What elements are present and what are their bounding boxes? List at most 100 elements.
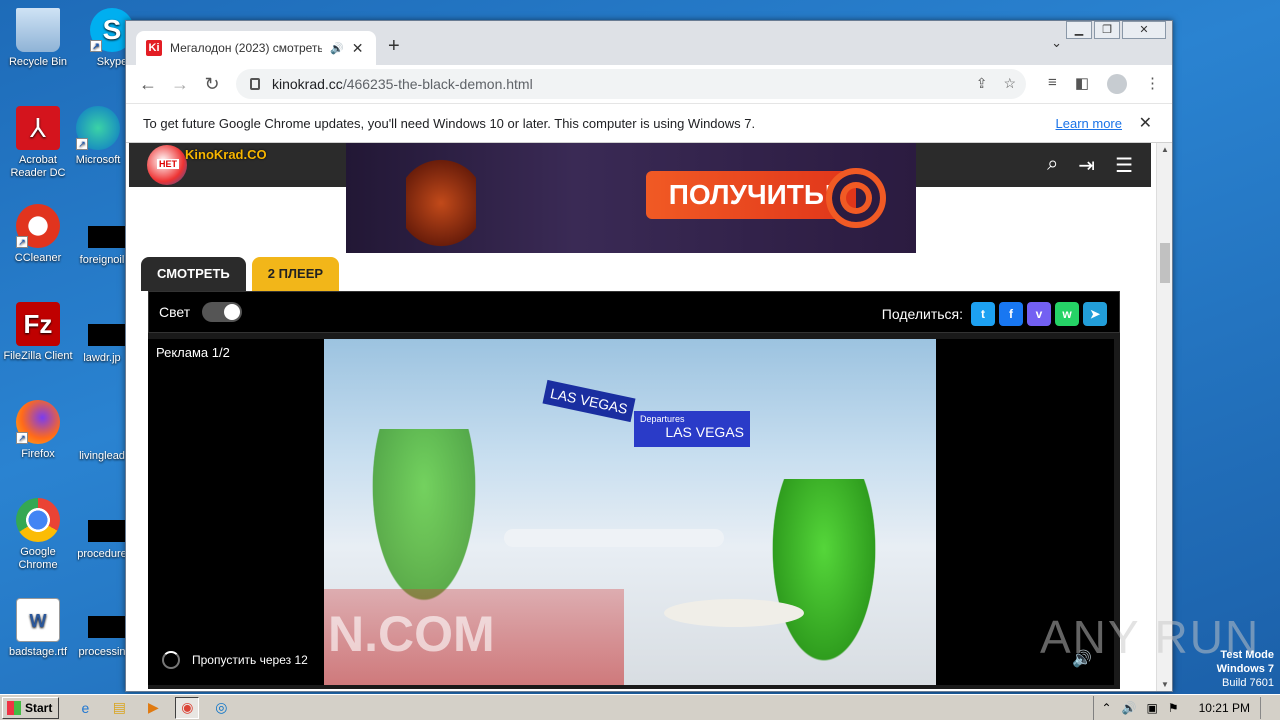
test-mode-line2: Windows 7 [1216, 663, 1274, 675]
light-toggle-label: Свет [159, 304, 191, 320]
ccleaner-icon: ↗ [16, 204, 60, 248]
redacted-icon [88, 520, 128, 542]
speaker-icon[interactable]: 🔊 [330, 42, 344, 55]
side-panel-icon[interactable]: ◧ [1075, 74, 1089, 94]
ad-table [664, 599, 804, 627]
firefox-icon: ↗ [16, 400, 60, 444]
desktop-icon-label: Recycle Bin [8, 56, 68, 68]
ad-video-frame[interactable]: LAS VEGAS Departures LAS VEGAS N.COM [324, 339, 936, 685]
taskbar: Start e ▤ ▶ ◉ ◎ ⌃ 🔊 ▣ ⚑ 10:21 PM [0, 694, 1280, 720]
url-text: kinokrad.cc/466235-the-black-demon.html [272, 76, 533, 92]
scrollbar-thumb[interactable] [1160, 243, 1170, 283]
skip-ad-button[interactable]: Пропустить через 12 [162, 651, 308, 669]
lock-icon[interactable] [250, 78, 260, 90]
skip-text: Пропустить через 12 [192, 653, 308, 667]
scroll-down-icon[interactable]: ▼ [1161, 680, 1169, 689]
target-icon [826, 168, 886, 228]
media-player-icon[interactable]: ▶ [141, 697, 165, 719]
share-bar: Поделиться: t f v w ➤ [882, 302, 1107, 326]
edge-taskbar-icon[interactable]: ◎ [209, 697, 233, 719]
show-desktop-button[interactable] [1260, 697, 1272, 719]
start-button[interactable]: Start [2, 696, 60, 719]
tab-strip: Ki Мегалодон (2023) смотреть о 🔊 ✕ + ⌄ ▁… [126, 21, 1172, 65]
window-close-button[interactable]: ✕ [1122, 21, 1166, 39]
maximize-button[interactable]: ❐ [1094, 21, 1120, 39]
new-tab-button[interactable]: + [388, 35, 400, 58]
browser-toolbar: ← → ↻ kinokrad.cc/466235-the-black-demon… [126, 65, 1172, 103]
forward-button[interactable]: → [164, 74, 196, 95]
ad-banner[interactable]: ПОЛУЧИТЬ! [346, 143, 916, 253]
twitter-icon[interactable]: t [971, 302, 995, 326]
banner-character [406, 153, 476, 253]
acrobat-icon: ⅄ [16, 106, 60, 150]
telegram-icon[interactable]: ➤ [1083, 302, 1107, 326]
header-actions: ⌕ ⇥ ☰ [1047, 153, 1133, 178]
test-mode-line1: Test Mode [1220, 649, 1274, 661]
scroll-up-icon[interactable]: ▲ [1161, 145, 1169, 154]
reload-button[interactable]: ↻ [196, 74, 228, 95]
whatsapp-icon[interactable]: w [1055, 302, 1079, 326]
viber-icon[interactable]: v [1027, 302, 1051, 326]
infobar-text: To get future Google Chrome updates, you… [143, 115, 756, 131]
explorer-folder-icon[interactable]: ▤ [107, 697, 131, 719]
ie-icon[interactable]: e [73, 697, 97, 719]
menu-kebab-icon[interactable]: ⋮ [1145, 74, 1160, 94]
url-path: /466235-the-black-demon.html [342, 76, 533, 92]
share-icon[interactable]: ⇪ [976, 75, 988, 92]
chevron-down-icon[interactable]: ⌄ [1051, 35, 1062, 51]
learn-more-link[interactable]: Learn more [1056, 116, 1122, 131]
media-controls-icon[interactable]: ≡ [1048, 74, 1057, 94]
light-toggle[interactable] [202, 302, 243, 322]
close-icon[interactable]: ✕ [352, 40, 364, 57]
back-button[interactable]: ← [132, 74, 164, 95]
profile-avatar[interactable] [1107, 74, 1127, 94]
minimize-button[interactable]: ▁ [1066, 21, 1092, 39]
browser-tab-active[interactable]: Ki Мегалодон (2023) смотреть о 🔊 ✕ [136, 31, 376, 65]
clock[interactable]: 10:21 PM [1199, 701, 1250, 715]
ad-counter: Реклама 1/2 [156, 345, 230, 360]
tab-watch[interactable]: СМОТРЕТЬ [141, 257, 246, 291]
logo-badge: НЕТ [157, 159, 179, 169]
site-favicon: Ki [146, 40, 162, 56]
system-tray: ⌃ 🔊 ▣ ⚑ 10:21 PM [1092, 696, 1280, 720]
windows-logo-icon [7, 700, 21, 715]
update-infobar: To get future Google Chrome updates, you… [126, 103, 1172, 143]
bookmark-star-icon[interactable]: ☆ [1003, 75, 1016, 92]
facebook-icon[interactable]: f [999, 302, 1023, 326]
video-player: Свет Поделиться: t f v w ➤ Реклама 1/2 L… [148, 291, 1120, 689]
site-logo[interactable]: НЕТ KinoKrad.CO [147, 145, 267, 185]
toolbar-actions: ≡ ◧ ⋮ [1048, 74, 1160, 94]
page-scrollbar[interactable]: ▲ ▼ [1156, 143, 1172, 691]
ad-sign-2-big: LAS VEGAS [665, 424, 744, 440]
chrome-taskbar-icon[interactable]: ◉ [175, 696, 200, 719]
redacted-icon [88, 324, 128, 346]
omnibox-actions: ⇪ ☆ [976, 75, 1016, 92]
loading-spinner-icon [162, 651, 180, 669]
tray-expand-icon[interactable]: ⌃ [1102, 701, 1112, 715]
chrome-icon [16, 498, 60, 542]
browser-window: Ki Мегалодон (2023) смотреть о 🔊 ✕ + ⌄ ▁… [125, 20, 1173, 692]
banner-cta-button[interactable]: ПОЛУЧИТЬ! [646, 171, 856, 219]
hamburger-menu-icon[interactable]: ☰ [1115, 153, 1133, 178]
player-tabs: СМОТРЕТЬ 2 ПЛЕЕР [141, 257, 340, 291]
tab-player-2[interactable]: 2 ПЛЕЕР [251, 257, 340, 291]
edge-icon: ↗ [76, 106, 120, 150]
page-content: НЕТ KinoKrad.CO ⌕ ⇥ ☰ ПОЛУЧИТЬ! СМОТРЕТЬ… [126, 143, 1156, 691]
ad-watermark: N.COM [324, 589, 624, 685]
volume-tray-icon[interactable]: 🔊 [1122, 701, 1137, 715]
address-bar[interactable]: kinokrad.cc/466235-the-black-demon.html … [236, 69, 1026, 99]
action-center-flag-icon[interactable]: ⚑ [1168, 701, 1179, 715]
ad-airplane [504, 529, 724, 547]
quick-launch: e ▤ ▶ ◉ ◎ [73, 696, 233, 719]
recycle-bin-icon [16, 8, 60, 52]
toggle-knob [224, 304, 241, 320]
network-icon[interactable]: ▣ [1147, 701, 1158, 715]
desktop-icon-recycle-bin[interactable]: Recycle Bin [0, 8, 76, 69]
search-icon[interactable]: ⌕ [1047, 153, 1058, 178]
video-area[interactable]: Реклама 1/2 LAS VEGAS Departures LAS VEG… [148, 339, 1114, 685]
close-icon[interactable]: ✕ [1139, 113, 1152, 133]
ad-person-2 [764, 479, 884, 679]
redacted-icon [88, 226, 128, 248]
login-icon[interactable]: ⇥ [1078, 153, 1095, 178]
ad-sign-2-small: Departures [640, 414, 685, 424]
